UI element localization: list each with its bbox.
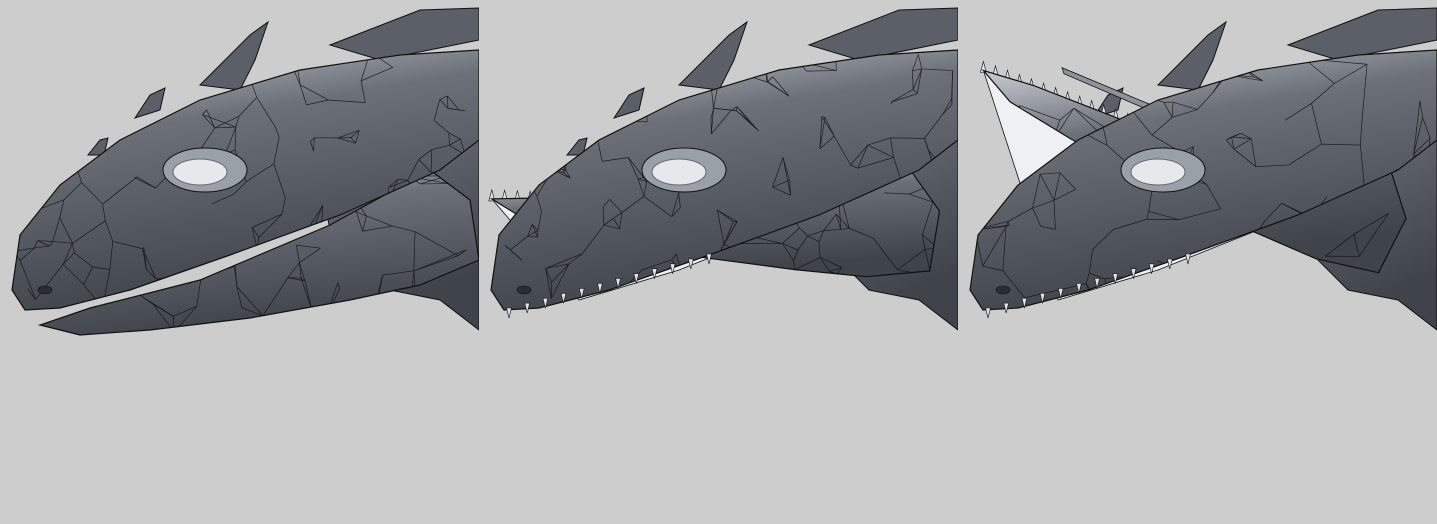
eyeball <box>651 158 707 186</box>
tooth <box>506 307 512 319</box>
head-spike <box>1156 20 1227 91</box>
head-spike <box>677 20 748 91</box>
panel-jaw-half-open <box>479 0 958 524</box>
dragon-head-render-wide-open <box>969 7 1437 331</box>
nostril <box>995 285 1011 295</box>
nostril <box>516 285 532 295</box>
head-spike <box>612 87 645 119</box>
eyeball <box>172 158 228 186</box>
dragon-jaw-sequence <box>0 0 1437 524</box>
dragon-head-render-closed <box>11 7 479 336</box>
eyeball <box>1130 158 1186 186</box>
panel-jaw-wide-open <box>958 0 1437 524</box>
nostril <box>37 285 53 295</box>
head-spike <box>198 20 269 91</box>
dragon-head-render-half-open <box>488 7 958 331</box>
panel-jaw-closed <box>0 0 479 524</box>
head-spike <box>133 87 166 119</box>
tooth <box>985 307 991 319</box>
